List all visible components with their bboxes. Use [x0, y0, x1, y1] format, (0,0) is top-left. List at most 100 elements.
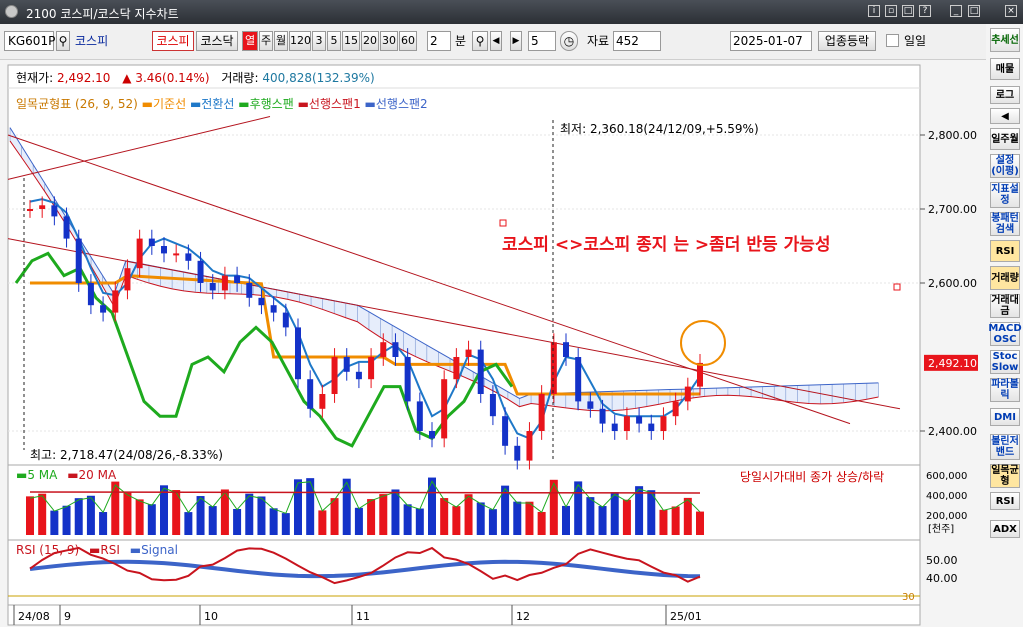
kosdaq-button[interactable]: 코스닥: [196, 31, 238, 51]
candle-body: [648, 423, 655, 431]
sidebar-button-6[interactable]: 지표설정: [990, 182, 1020, 208]
sidebar-button-5[interactable]: 설정(이평): [990, 154, 1020, 178]
search-icon[interactable]: ⚲: [56, 31, 70, 51]
period-button-4[interactable]: 3: [312, 31, 326, 51]
period-button-7[interactable]: 20: [361, 31, 379, 51]
candle-body: [489, 394, 496, 417]
candle-body: [148, 238, 155, 246]
nav-input[interactable]: 5: [528, 31, 556, 51]
ma20-line: [29, 491, 701, 494]
candle-body: [124, 268, 131, 291]
period-button-6[interactable]: 15: [342, 31, 360, 51]
sidebar-button-8[interactable]: RSI: [990, 240, 1020, 262]
candle-body: [441, 379, 448, 439]
candle-body: [221, 275, 228, 291]
candle-body: [453, 357, 460, 380]
candle-body: [623, 416, 630, 431]
volume-bar: [184, 512, 193, 535]
daily-checkbox[interactable]: [886, 34, 899, 47]
info-icon[interactable]: i: [868, 5, 880, 17]
window-titlebar: 2100 코스피/코스닥 지수차트 i ▫ □ ? _ □ ×: [0, 0, 1023, 24]
sidebar-button-12[interactable]: Stoc Slow: [990, 350, 1020, 374]
period-button-2[interactable]: 월: [274, 31, 288, 51]
candle-body: [307, 379, 314, 409]
volume-bar: [111, 481, 120, 535]
candle-body: [684, 386, 691, 402]
volume-bar: [330, 498, 339, 535]
sidebar-button-9[interactable]: 거래량: [990, 266, 1020, 290]
sidebar-button-2[interactable]: 로그: [990, 86, 1020, 104]
sidebar-button-3[interactable]: ◀: [990, 108, 1020, 124]
candle-body: [611, 423, 618, 431]
candle-body: [550, 342, 557, 394]
interval-input[interactable]: 2: [427, 31, 451, 51]
period-button-1[interactable]: 주: [259, 31, 273, 51]
minimize-icon[interactable]: _: [950, 5, 962, 17]
window-icon[interactable]: ▫: [885, 5, 897, 17]
candle-body: [270, 305, 277, 313]
comment-annotation[interactable]: 코스피 <>코스피 종지 는 >좀더 반등 가능성: [502, 230, 830, 255]
sidebar-button-15[interactable]: 볼린저밴드: [990, 434, 1020, 460]
period-button-8[interactable]: 30: [380, 31, 398, 51]
zoom-icon[interactable]: ⚲: [472, 31, 488, 51]
link-icon[interactable]: □: [902, 5, 914, 17]
volume-legend: ▬5 MA ▬20 MA: [16, 468, 117, 482]
period-button-3[interactable]: 120: [289, 31, 311, 51]
sidebar-button-4[interactable]: 일주월: [990, 128, 1020, 150]
sidebar-button-17[interactable]: RSI: [990, 492, 1020, 510]
sidebar-button-0[interactable]: 추세선: [990, 28, 1020, 52]
volume-bar: [488, 509, 497, 535]
sidebar-button-10[interactable]: 거래대금: [990, 294, 1020, 318]
price-tick: 2,800.00: [928, 129, 977, 142]
period-button-0[interactable]: 열: [242, 31, 258, 51]
volume-value: 400,828(132.39%): [262, 71, 375, 85]
period-button-5[interactable]: 5: [327, 31, 341, 51]
candle-body: [136, 238, 143, 269]
code-name: 코스피: [75, 34, 109, 48]
sidebar-button-18[interactable]: ADX: [990, 520, 1020, 538]
sidebar-button-11[interactable]: MACD OSC: [988, 322, 1022, 346]
candle-body: [75, 238, 82, 283]
rsi-tick: 40.00: [926, 572, 958, 585]
legend-ichimoku: 일목균형표 (26, 9, 52): [16, 97, 138, 111]
volume-label: 거래량:: [221, 71, 259, 85]
date-select[interactable]: 2025-01-07: [730, 31, 812, 51]
current-price-label: 2,492.10: [928, 357, 977, 370]
candle-body: [563, 342, 569, 357]
chart-canvas[interactable]: 2,800.00 2,700.00 2,600.00 2,400.00 2,492.10…: [0, 60, 986, 627]
prev-icon[interactable]: ◀: [490, 31, 502, 51]
chart-area[interactable]: 2,800.00 2,700.00 2,600.00 2,400.00 2,492.10…: [0, 60, 986, 627]
daily-label: 일일: [904, 34, 927, 48]
sidebar-button-16[interactable]: 일목균형: [990, 464, 1020, 488]
candle-body: [477, 349, 484, 394]
next-icon[interactable]: ▶: [510, 31, 522, 51]
candle-body: [660, 416, 667, 431]
volume-bar: [26, 496, 34, 535]
kospi-button[interactable]: 코스피: [152, 31, 194, 51]
candle-body: [319, 394, 326, 409]
clock-icon[interactable]: ◷: [560, 31, 578, 51]
sidebar-button-1[interactable]: 매물: [990, 58, 1020, 80]
candle-body: [355, 371, 362, 380]
volume-bar: [245, 493, 254, 535]
maximize-icon[interactable]: □: [968, 5, 980, 17]
code-input[interactable]: KG601P: [4, 31, 55, 51]
candle-body: [27, 209, 33, 211]
sector-button[interactable]: 업종등락: [818, 31, 876, 51]
volume-bar: [294, 479, 302, 535]
sidebar-button-7[interactable]: 봉패턴검색: [990, 212, 1020, 236]
data-count-select[interactable]: 452: [613, 31, 661, 51]
data-label: 자료: [587, 34, 610, 48]
settings-icon[interactable]: ?: [919, 5, 931, 17]
candle-body: [112, 290, 119, 313]
close-icon[interactable]: ×: [1005, 5, 1017, 17]
candle-body: [538, 394, 545, 431]
sidebar-button-14[interactable]: DMI: [990, 408, 1020, 426]
period-button-9[interactable]: 60: [399, 31, 417, 51]
candle-body: [636, 416, 643, 424]
volume-bar: [233, 508, 242, 535]
candle-body: [87, 283, 94, 306]
volume-bar: [525, 501, 534, 535]
sidebar-button-13[interactable]: 파라볼릭: [990, 378, 1020, 402]
rsi-legend: RSI (15, 9) ▬RSI ▬Signal: [16, 543, 178, 557]
